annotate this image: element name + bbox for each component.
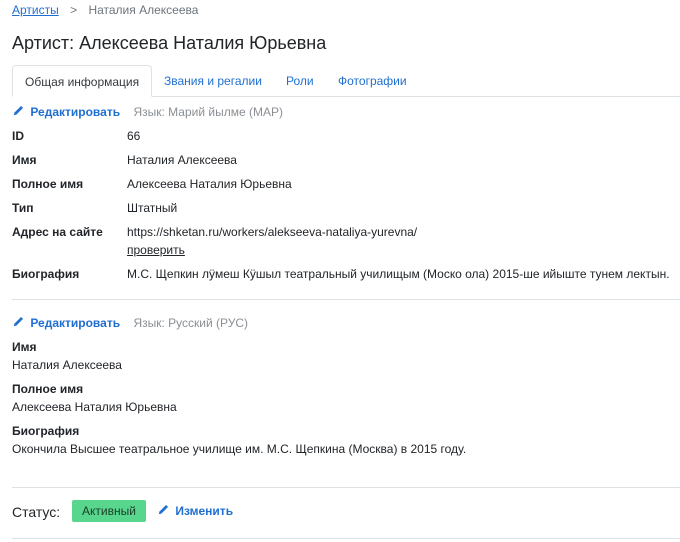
- fullname-value-ru: Алексеева Наталия Юрьевна: [12, 400, 177, 414]
- url-value: https://shketan.ru/workers/alekseeva-nat…: [127, 225, 418, 239]
- edit-mari-button[interactable]: Редактировать: [30, 105, 120, 119]
- check-url-link[interactable]: проверить: [127, 243, 185, 257]
- fullname-label-ru: Полное имя: [12, 382, 84, 396]
- url-label: Адрес на сайте: [12, 225, 103, 239]
- language-label-russian: Язык: Русский (РУС): [133, 316, 249, 330]
- id-label: ID: [12, 129, 24, 143]
- bio-value-ru: Окончила Высшее театральное училище им. …: [12, 442, 467, 456]
- name-value-ru: Наталия Алексеева: [12, 358, 122, 372]
- tab-general-info[interactable]: Общая информация: [12, 65, 153, 97]
- name-value: Наталия Алексеева: [127, 153, 237, 167]
- status-label: Статус:: [12, 504, 61, 520]
- fullname-label: Полное имя: [12, 177, 84, 191]
- tab-roles[interactable]: Роли: [286, 65, 314, 95]
- breadcrumb-separator: >: [70, 3, 78, 17]
- bio-label-ru: Биография: [12, 424, 80, 438]
- name-label: Имя: [12, 153, 37, 167]
- page-title: Артист: Алексеева Наталия Юрьевна: [12, 33, 327, 53]
- pencil-icon: [158, 504, 169, 515]
- breadcrumb-artists-link[interactable]: Артисты: [12, 3, 59, 17]
- bottom-divider: [12, 538, 680, 539]
- change-status-row: Изменить: [157, 504, 233, 518]
- change-status-button[interactable]: Изменить: [175, 504, 233, 518]
- type-label: Тип: [12, 201, 34, 215]
- language-label-mari: Язык: Марий йылме (МАР): [133, 105, 283, 119]
- pencil-icon: [13, 105, 24, 116]
- edit-row-mari: Редактировать Язык: Марий йылме (МАР): [12, 105, 283, 119]
- edit-row-russian: Редактировать Язык: Русский (РУС): [12, 316, 248, 330]
- bio-value: М.С. Щепкин лӱмеш Кӱшыл театральный учил…: [127, 267, 670, 281]
- tabs-bar: Общая информация Звания и регалии Роли Ф…: [12, 65, 680, 97]
- type-value: Штатный: [127, 201, 178, 215]
- section-divider: [12, 299, 680, 300]
- fullname-value: Алексеева Наталия Юрьевна: [127, 177, 292, 191]
- bio-label: Биография: [12, 267, 80, 281]
- breadcrumb: Артисты > Наталия Алексеева: [12, 3, 198, 17]
- id-value: 66: [127, 129, 141, 143]
- status-badge: Активный: [72, 500, 146, 522]
- status-divider: [12, 487, 680, 488]
- breadcrumb-current: Наталия Алексеева: [88, 3, 199, 17]
- artist-page: Артисты > Наталия Алексеева Артист: Алек…: [0, 0, 680, 542]
- edit-russian-button[interactable]: Редактировать: [30, 316, 120, 330]
- tab-photos[interactable]: Фотографии: [338, 65, 407, 95]
- pencil-icon: [13, 316, 24, 327]
- name-label-ru: Имя: [12, 340, 37, 354]
- tab-titles-awards[interactable]: Звания и регалии: [164, 65, 262, 95]
